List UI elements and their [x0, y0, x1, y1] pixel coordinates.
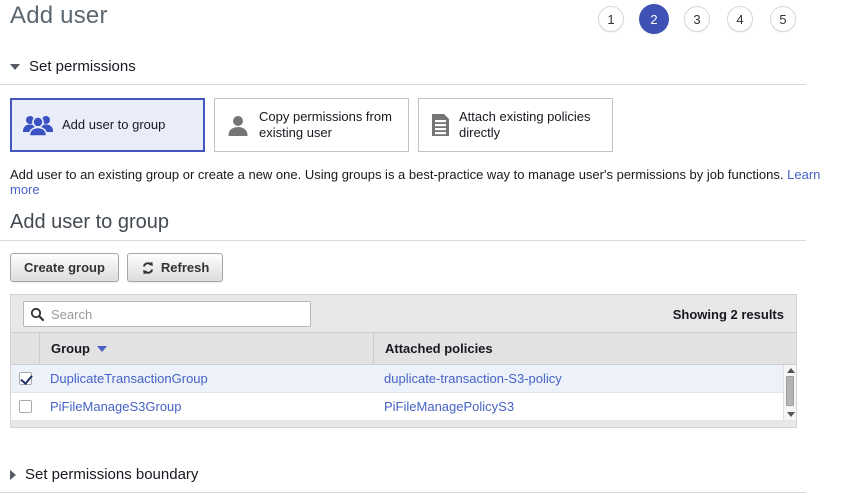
search-icon [30, 307, 45, 327]
group-cell: PiFileManageS3Group [39, 393, 373, 420]
chevron-down-icon [10, 63, 20, 70]
card-add-user-to-group[interactable]: Add user to group [10, 98, 205, 152]
create-group-button[interactable]: Create group [10, 253, 119, 282]
card-label: Add user to group [62, 116, 166, 132]
description-text: Add user to an existing group or create … [10, 167, 788, 182]
group-icon [21, 112, 55, 138]
group-link[interactable]: DuplicateTransactionGroup [50, 371, 208, 386]
search-input[interactable] [23, 301, 311, 327]
step-2-active[interactable]: 2 [639, 4, 669, 34]
set-permissions-label: Set permissions [29, 58, 136, 75]
policy-link[interactable]: duplicate-transaction-S3-policy [384, 371, 562, 386]
row-checkbox-cell [11, 393, 39, 420]
set-permissions-toggle[interactable]: Set permissions [10, 58, 850, 75]
sort-desc-icon [97, 345, 107, 352]
step-4[interactable]: 4 [727, 6, 753, 32]
policy-cell: duplicate-transaction-S3-policy [373, 365, 796, 392]
set-permissions-boundary-label: Set permissions boundary [25, 466, 199, 483]
table-controls: Showing 2 results [11, 295, 796, 332]
card-copy-permissions[interactable]: Copy permissions from existing user [214, 98, 409, 152]
table-body: DuplicateTransactionGroup duplicate-tran… [11, 365, 796, 421]
divider [0, 240, 806, 241]
table-row[interactable]: PiFileManageS3Group PiFileManagePolicyS3 [11, 393, 796, 421]
card-label: Attach existing policies directly [459, 108, 591, 140]
refresh-button[interactable]: Refresh [126, 253, 224, 282]
row-checkbox-cell [11, 365, 39, 392]
refresh-icon [141, 261, 155, 275]
group-link[interactable]: PiFileManageS3Group [50, 399, 182, 414]
row-checkbox-unchecked[interactable] [18, 400, 32, 413]
row-checkbox-checked[interactable] [18, 372, 32, 385]
divider [0, 84, 806, 85]
group-column-label: Group [51, 341, 90, 356]
table-row[interactable]: DuplicateTransactionGroup duplicate-tran… [11, 365, 796, 393]
groups-table-panel: Showing 2 results Group Attached policie… [10, 294, 797, 428]
refresh-label: Refresh [160, 260, 210, 275]
section-description: Add user to an existing group or create … [10, 167, 850, 197]
add-user-to-group-heading: Add user to group [10, 211, 169, 233]
column-header-group[interactable]: Group [39, 333, 373, 364]
results-count: Showing 2 results [672, 307, 784, 322]
page-title: Add user [10, 2, 108, 29]
table-scrollbar[interactable] [783, 365, 796, 420]
card-label: Copy permissions from existing user [259, 108, 392, 140]
step-indicator: 1 2 3 4 5 [598, 4, 796, 34]
header-checkbox-cell [11, 333, 39, 364]
search-wrap [23, 301, 311, 327]
policy-cell: PiFileManagePolicyS3 [373, 393, 796, 420]
toolbar: Create group Refresh [10, 253, 850, 282]
header: Add user 1 2 3 4 5 [0, 0, 850, 34]
table-header-row: Group Attached policies [11, 332, 796, 365]
set-permissions-boundary-toggle[interactable]: Set permissions boundary [10, 466, 850, 483]
chevron-right-icon [10, 469, 16, 480]
group-cell: DuplicateTransactionGroup [39, 365, 373, 392]
document-icon [428, 112, 452, 138]
permission-option-cards: Add user to group Copy permissions from … [10, 98, 850, 152]
user-icon [224, 112, 252, 138]
scroll-down-icon[interactable] [787, 412, 795, 417]
policy-link[interactable]: PiFileManagePolicyS3 [384, 399, 514, 414]
divider [0, 492, 806, 493]
card-attach-policies[interactable]: Attach existing policies directly [418, 98, 613, 152]
column-header-attached-policies[interactable]: Attached policies [373, 333, 796, 364]
scrollbar-thumb[interactable] [786, 376, 794, 406]
step-5[interactable]: 5 [770, 6, 796, 32]
policies-column-label: Attached policies [385, 341, 493, 356]
step-1[interactable]: 1 [598, 6, 624, 32]
step-3[interactable]: 3 [684, 6, 710, 32]
scroll-up-icon[interactable] [787, 368, 795, 373]
